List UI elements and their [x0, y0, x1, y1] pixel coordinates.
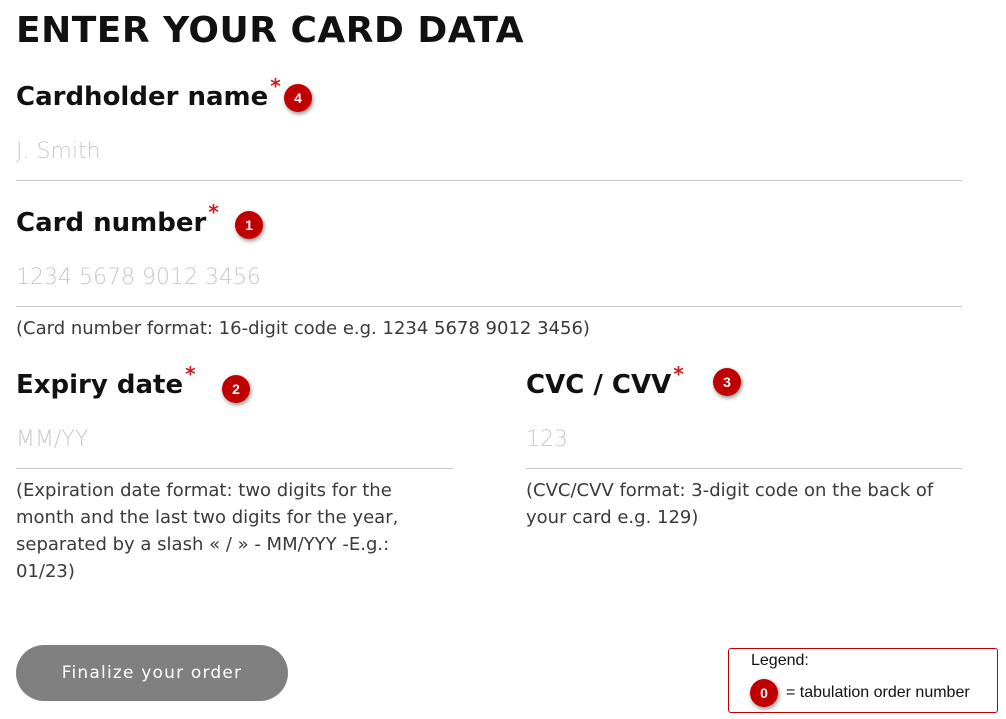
cvc-cvv-input[interactable] — [526, 425, 962, 469]
tab-order-legend: Legend: 0 = tabulation order number — [728, 648, 998, 713]
required-asterisk: * — [208, 200, 219, 224]
card-number-label: Card number * — [16, 200, 219, 238]
cvc-cvv-label: CVC / CVV * — [526, 362, 684, 400]
expiry-date-format-hint: (Expiration date format: two digits for … — [16, 480, 399, 582]
page-title: ENTER YOUR CARD DATA — [16, 10, 524, 51]
legend-title: Legend: — [751, 652, 809, 669]
legend-badge: 0 — [750, 679, 778, 707]
required-asterisk: * — [185, 362, 196, 386]
card-data-form: ENTER YOUR CARD DATA Cardholder name * 4 … — [0, 0, 1006, 719]
tab-order-badge-cvc: 3 — [713, 368, 741, 396]
legend-description: = tabulation order number — [786, 684, 970, 701]
cvc-cvv-label-text: CVC / CVV — [526, 370, 672, 400]
card-number-label-text: Card number — [16, 208, 207, 238]
finalize-order-button[interactable]: Finalize your order — [16, 645, 288, 701]
cvc-cvv-format-hint: (CVC/CVV format: 3-digit code on the bac… — [526, 480, 934, 528]
cardholder-name-label: Cardholder name * — [16, 74, 281, 112]
card-number-format-hint: (Card number format: 16-digit code e.g. … — [16, 318, 590, 339]
cardholder-name-input[interactable] — [16, 136, 962, 181]
tab-order-badge-card-number: 1 — [235, 211, 263, 239]
cardholder-name-label-text: Cardholder name — [16, 82, 269, 112]
expiry-date-input[interactable] — [16, 425, 453, 469]
tab-order-badge-expiry: 2 — [222, 375, 250, 403]
required-asterisk: * — [673, 362, 684, 386]
required-asterisk: * — [270, 74, 281, 98]
expiry-date-label-text: Expiry date — [16, 370, 184, 400]
expiry-date-label: Expiry date * — [16, 362, 196, 400]
tab-order-badge-cardholder: 4 — [284, 84, 312, 112]
card-number-input[interactable] — [16, 263, 962, 307]
